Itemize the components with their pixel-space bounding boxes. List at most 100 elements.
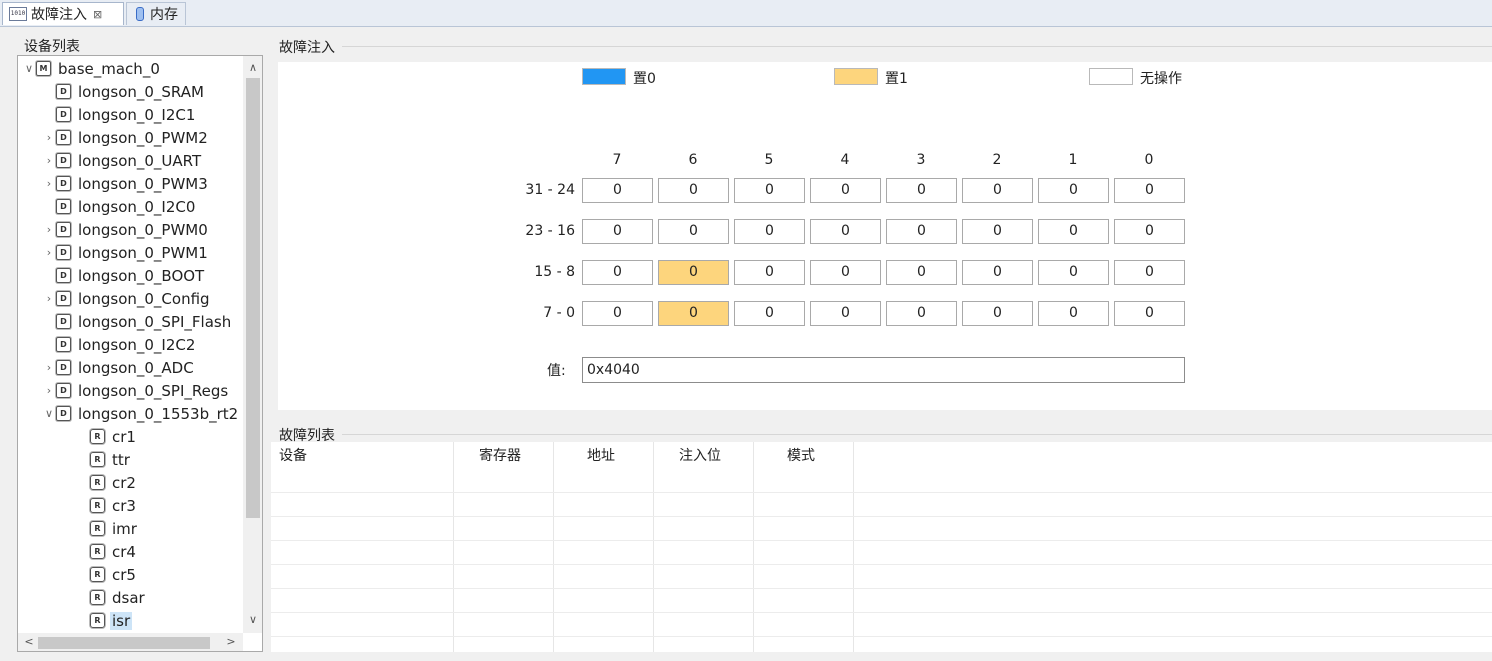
table-column-header[interactable]: 模式: [787, 442, 837, 490]
tree-item[interactable]: Rcr2: [76, 471, 138, 494]
tree-item-label: longson_0_Config: [78, 289, 210, 308]
bit-cell[interactable]: 0: [962, 301, 1033, 326]
chevron-right-icon[interactable]: ›: [42, 246, 56, 259]
chevron-right-icon[interactable]: ›: [42, 131, 56, 144]
tree-item[interactable]: ∨ Mbase_mach_0: [22, 57, 162, 80]
bit-cell[interactable]: 0: [658, 219, 729, 244]
tree-item[interactable]: Rttr: [76, 448, 132, 471]
bit-cell[interactable]: 0: [582, 260, 653, 285]
chevron-right-icon[interactable]: ›: [42, 292, 56, 305]
bit-cell[interactable]: 0: [886, 178, 957, 203]
bit-cell[interactable]: 0: [886, 219, 957, 244]
table-column-header[interactable]: 注入位: [679, 442, 729, 490]
tree-item[interactable]: Dlongson_0_I2C0: [42, 195, 197, 218]
bit-cell[interactable]: 0: [962, 260, 1033, 285]
bit-cell[interactable]: 0: [1038, 301, 1109, 326]
chevron-right-icon[interactable]: ›: [42, 177, 56, 190]
tree-item[interactable]: Dlongson_0_SPI_Flash: [42, 310, 233, 333]
bit-cell[interactable]: 0: [962, 219, 1033, 244]
chevron-right-icon[interactable]: ›: [42, 154, 56, 167]
bit-column-header: 7: [612, 152, 622, 168]
bit-cell[interactable]: 0: [1038, 260, 1109, 285]
device-chip-icon: D: [56, 176, 71, 191]
chevron-right-icon[interactable]: ›: [42, 223, 56, 236]
bit-cell[interactable]: 0: [810, 301, 881, 326]
scroll-right-icon[interactable]: >: [222, 633, 240, 651]
tree-item[interactable]: › Dlongson_0_UART: [42, 149, 203, 172]
tree-item[interactable]: Risr: [76, 609, 133, 632]
bit-row-label: 31 - 24: [525, 182, 575, 198]
tree-item[interactable]: Dlongson_0_BOOT: [42, 264, 206, 287]
bit-cell[interactable]: 0: [1114, 260, 1185, 285]
tree-item[interactable]: › Dlongson_0_PWM3: [42, 172, 210, 195]
bit-cell[interactable]: 0: [582, 178, 653, 203]
tree-item[interactable]: › Dlongson_0_SPI_Regs: [42, 379, 230, 402]
tab-memory[interactable]: 内存: [126, 2, 186, 25]
column-divider[interactable]: [453, 442, 454, 652]
bit-cell[interactable]: 0: [810, 219, 881, 244]
tree-item[interactable]: Dlongson_0_I2C1: [42, 103, 197, 126]
tree-item-label: longson_0_I2C2: [78, 335, 196, 354]
bit-cell[interactable]: 0: [734, 219, 805, 244]
close-icon[interactable]: ⊠: [93, 8, 102, 21]
tree-item[interactable]: Dlongson_0_I2C2: [42, 333, 197, 356]
bit-cell[interactable]: 0: [582, 219, 653, 244]
scroll-up-icon[interactable]: ∧: [243, 58, 262, 78]
tree-item[interactable]: Rcr3: [76, 494, 138, 517]
scroll-left-icon[interactable]: <: [20, 633, 38, 651]
bit-cell[interactable]: 0: [734, 301, 805, 326]
chevron-down-icon[interactable]: ∨: [22, 62, 36, 75]
chevron-right-icon[interactable]: ›: [42, 361, 56, 374]
tree-item[interactable]: Dlongson_0_SRAM: [42, 80, 206, 103]
tree-item[interactable]: › Dlongson_0_PWM0: [42, 218, 210, 241]
column-divider[interactable]: [653, 442, 654, 652]
table-column-header[interactable]: 寄存器: [479, 442, 529, 490]
bit-cell[interactable]: 0: [962, 178, 1033, 203]
tree-item[interactable]: Rdsar: [76, 586, 147, 609]
table-column-header[interactable]: 设备: [279, 442, 399, 490]
bit-cell[interactable]: 0: [1114, 301, 1185, 326]
tree-item[interactable]: Rimr: [76, 517, 139, 540]
tree-item[interactable]: Rcr5: [76, 563, 138, 586]
chevron-down-icon[interactable]: ∨: [42, 407, 56, 420]
device-chip-icon: D: [56, 222, 71, 237]
value-input[interactable]: 0x4040: [582, 357, 1185, 383]
bit-cell[interactable]: 0: [1114, 219, 1185, 244]
bit-cell[interactable]: 0: [886, 301, 957, 326]
table-column-header[interactable]: 地址: [587, 442, 637, 490]
bit-cell[interactable]: 0: [658, 178, 729, 203]
legend-swatch-set0: [582, 68, 626, 85]
vertical-scroll-thumb[interactable]: [246, 78, 260, 518]
column-divider[interactable]: [853, 442, 854, 652]
chevron-right-icon[interactable]: ›: [42, 384, 56, 397]
bit-cell[interactable]: 0: [886, 260, 957, 285]
tree-item-label: longson_0_BOOT: [78, 266, 205, 285]
column-divider[interactable]: [553, 442, 554, 652]
tree-item[interactable]: › Dlongson_0_Config: [42, 287, 212, 310]
bit-cell[interactable]: 0: [810, 260, 881, 285]
bit-cell[interactable]: 0: [734, 178, 805, 203]
bit-cell[interactable]: 0: [1114, 178, 1185, 203]
bit-cell[interactable]: 0: [658, 301, 729, 326]
tree-item[interactable]: Rcr1: [76, 425, 138, 448]
tree-item-label: base_mach_0: [58, 59, 160, 78]
bit-cell[interactable]: 0: [1038, 219, 1109, 244]
bit-cell[interactable]: 0: [1038, 178, 1109, 203]
tree-item[interactable]: ∨ Dlongson_0_1553b_rt2: [42, 402, 240, 425]
scroll-down-icon[interactable]: ∨: [243, 610, 262, 630]
bit-cell[interactable]: 0: [658, 260, 729, 285]
bit-cell[interactable]: 0: [810, 178, 881, 203]
tab-fault-injection[interactable]: 1010 故障注入 ⊠: [2, 2, 124, 25]
tree-item-label: cr4: [112, 542, 136, 561]
tree-item[interactable]: Rcr4: [76, 540, 138, 563]
bit-cell[interactable]: 0: [582, 301, 653, 326]
fault-list-table[interactable]: 设备 寄存器 地址 注入位 模式: [271, 442, 1492, 652]
tree-item[interactable]: › Dlongson_0_PWM2: [42, 126, 210, 149]
column-divider[interactable]: [753, 442, 754, 652]
device-list-title: 设备列表: [24, 39, 80, 55]
horizontal-scroll-thumb[interactable]: [38, 637, 210, 649]
device-tree[interactable]: Risr Rdsar Rcr5 Rcr4 Rimr Rcr3 Rcr2 Rttr Rcr1 ∨ Dl…: [17, 55, 263, 652]
tree-item[interactable]: › Dlongson_0_PWM1: [42, 241, 210, 264]
tree-item[interactable]: › Dlongson_0_ADC: [42, 356, 196, 379]
bit-cell[interactable]: 0: [734, 260, 805, 285]
